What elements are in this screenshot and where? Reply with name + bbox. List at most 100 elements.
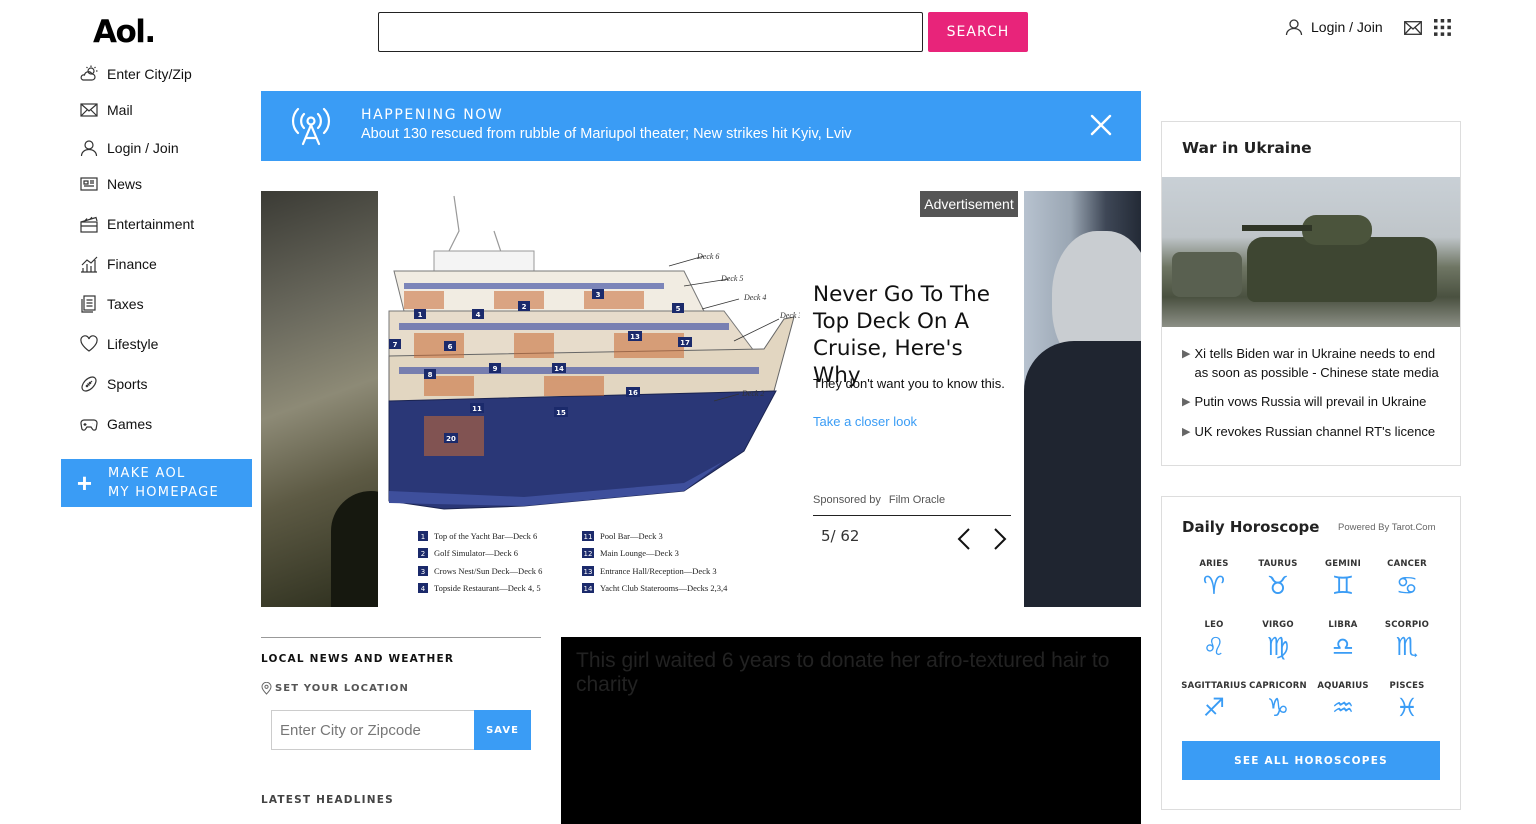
- sidebar-item-finance[interactable]: Finance: [80, 255, 157, 273]
- legend-number: 3: [421, 568, 425, 576]
- search-button[interactable]: SEARCH: [928, 12, 1028, 52]
- module-title[interactable]: War in Ukraine: [1182, 139, 1312, 157]
- headline-text: Xi tells Biden war in Ukraine needs to e…: [1194, 346, 1439, 380]
- search-input[interactable]: [378, 12, 923, 52]
- horoscope-sign-capricorn[interactable]: CAPRICORN ♑: [1244, 681, 1312, 723]
- save-location-button[interactable]: SAVE: [474, 710, 531, 750]
- aol-logo[interactable]: Aol.: [93, 14, 156, 50]
- next-slide-image[interactable]: [1024, 191, 1141, 607]
- sidebar-item-label: Lifestyle: [107, 336, 159, 352]
- mail-icon: [80, 103, 98, 117]
- horoscope-sign-sagittarius[interactable]: SAGITTARIUS ♐: [1180, 681, 1248, 723]
- deck-label: Deck 3: [779, 311, 800, 320]
- local-news-title: LOCAL NEWS AND WEATHER: [261, 653, 455, 665]
- sidebar-item-login[interactable]: Login / Join: [80, 139, 179, 157]
- sign-name: AQUARIUS: [1317, 681, 1369, 691]
- chevron-left-icon[interactable]: [957, 527, 971, 551]
- news-icon: [80, 177, 98, 191]
- diagram-marker: 14: [554, 365, 564, 373]
- list-item[interactable]: ▶ Xi tells Biden war in Ukraine needs to …: [1182, 344, 1452, 382]
- happening-now-label: HAPPENING NOW: [361, 107, 504, 123]
- list-item[interactable]: ▶ UK revokes Russian channel RT's licence: [1182, 422, 1452, 442]
- sign-name: LEO: [1204, 620, 1224, 630]
- sidebar-item-games[interactable]: Games: [80, 415, 152, 433]
- diagram-marker: 7: [393, 341, 398, 349]
- sign-name: CAPRICORN: [1249, 681, 1307, 691]
- aries-icon: ♈: [1202, 571, 1226, 600]
- legend-number: 2: [421, 550, 425, 558]
- taxes-icon: [81, 295, 96, 313]
- legend-number: 14: [584, 585, 593, 593]
- sidebar-item-label: Finance: [107, 256, 157, 272]
- advertisement-badge: Advertisement: [920, 191, 1018, 217]
- chevron-right-icon[interactable]: [993, 527, 1007, 551]
- sign-name: ARIES: [1199, 559, 1229, 569]
- user-icon: [1285, 19, 1303, 36]
- triangle-right-icon: ▶: [1182, 396, 1191, 408]
- sidebar-item-sports[interactable]: Sports: [80, 375, 147, 393]
- video-player[interactable]: This girl waited 6 years to donate her a…: [561, 637, 1141, 824]
- list-item[interactable]: ▶ Putin vows Russia will prevail in Ukrai…: [1182, 392, 1452, 412]
- triangle-right-icon: ▶: [1182, 426, 1191, 438]
- horoscope-sign-libra[interactable]: LIBRA ♎: [1309, 620, 1377, 662]
- legend-number: 4: [421, 585, 426, 593]
- zipcode-input[interactable]: [271, 710, 474, 750]
- sign-name: GEMINI: [1325, 559, 1361, 569]
- powered-by[interactable]: Powered By Tarot.Com: [1338, 522, 1436, 533]
- apps-grid-icon[interactable]: [1434, 19, 1451, 36]
- sidebar-item-news[interactable]: News: [80, 175, 142, 193]
- horoscope-sign-taurus[interactable]: TAURUS ♉: [1244, 559, 1312, 601]
- sidebar-item-weather[interactable]: Enter City/Zip: [80, 65, 192, 83]
- horoscope-sign-leo[interactable]: LEO ♌: [1180, 620, 1248, 662]
- diagram-marker: 2: [522, 303, 527, 311]
- ad-title[interactable]: Never Go To The Top Deck On A Cruise, He…: [813, 281, 1013, 389]
- legend-text: Crows Nest/Sun Deck—Deck 6: [434, 566, 542, 576]
- libra-icon: ♎: [1331, 632, 1355, 661]
- legend-number: 13: [584, 568, 593, 576]
- horoscope-sign-aries[interactable]: ARIES ♈: [1180, 559, 1248, 601]
- diagram-marker: 4: [476, 311, 481, 319]
- diagram-marker: 5: [676, 305, 681, 313]
- horoscope-sign-cancer[interactable]: CANCER ♋: [1373, 559, 1441, 601]
- sponsor-name[interactable]: Film Oracle: [889, 494, 945, 506]
- headline-text: Putin vows Russia will prevail in Ukrain…: [1194, 394, 1427, 409]
- diagram-marker: 11: [472, 405, 482, 413]
- mail-icon[interactable]: [1404, 21, 1422, 35]
- horoscope-sign-pisces[interactable]: PISCES ♓: [1373, 681, 1441, 723]
- sidebar-item-taxes[interactable]: Taxes: [80, 295, 144, 313]
- happening-now-headline[interactable]: About 130 rescued from rubble of Mariupo…: [361, 126, 852, 142]
- horoscope-sign-gemini[interactable]: GEMINI ♊: [1309, 559, 1377, 601]
- diagram-marker: 13: [630, 333, 640, 341]
- cruise-ship-diagram-image[interactable]: Deck 6 Deck 5 Deck 4 Deck 3 Deck 2 1 2 3…: [384, 191, 800, 607]
- close-icon[interactable]: [1089, 113, 1113, 137]
- ukraine-tank-image[interactable]: [1162, 177, 1460, 327]
- ad-cta-link[interactable]: Take a closer look: [813, 414, 917, 429]
- broadcast-icon: [291, 107, 331, 146]
- set-location-label: SET YOUR LOCATION: [275, 683, 409, 694]
- see-all-horoscopes-button[interactable]: SEE ALL HOROSCOPES: [1182, 741, 1440, 780]
- horoscope-sign-scorpio[interactable]: SCORPIO ♏: [1373, 620, 1441, 662]
- diagram-marker: 17: [680, 339, 690, 347]
- legend-number: 12: [584, 550, 593, 558]
- sidebar-item-label: Taxes: [107, 296, 144, 312]
- capricorn-icon: ♑: [1266, 693, 1290, 722]
- legend-text: Entrance Hall/Reception—Deck 3: [600, 566, 717, 576]
- header-login-link[interactable]: Login / Join: [1285, 18, 1383, 36]
- sagittarius-icon: ♐: [1202, 693, 1226, 722]
- sidebar-item-label: Entertainment: [107, 216, 195, 232]
- horoscope-sign-aquarius[interactable]: AQUARIUS ♒: [1309, 681, 1377, 723]
- horoscope-sign-virgo[interactable]: VIRGO ♍: [1244, 620, 1312, 662]
- diagram-marker: 8: [428, 371, 433, 379]
- make-homepage-button[interactable]: + MAKE AOL MY HOMEPAGE: [61, 459, 252, 507]
- sponsored-by-label: Sponsored by: [813, 494, 881, 506]
- deck-label: Deck 5: [720, 274, 743, 283]
- previous-slide-image[interactable]: [261, 191, 378, 607]
- gemini-icon: ♊: [1331, 571, 1355, 600]
- sidebar-item-mail[interactable]: Mail: [80, 101, 133, 119]
- set-location-link[interactable]: SET YOUR LOCATION: [261, 682, 409, 695]
- sidebar-item-label: Games: [107, 416, 153, 432]
- sidebar-item-entertainment[interactable]: Entertainment: [80, 215, 194, 233]
- legend-number: 11: [584, 533, 593, 541]
- diagram-marker: 1: [418, 311, 423, 319]
- sidebar-item-lifestyle[interactable]: Lifestyle: [80, 335, 158, 353]
